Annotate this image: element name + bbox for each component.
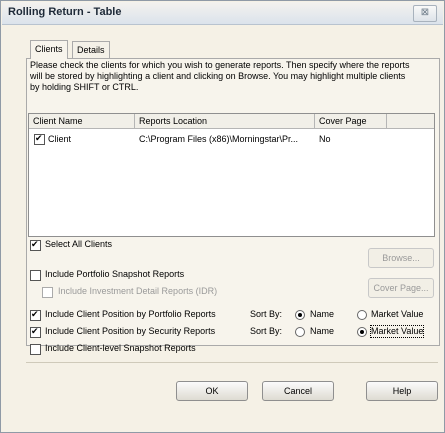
window-title: Rolling Return - Table xyxy=(8,6,122,18)
table-row[interactable]: Client C:\Program Files (x86)\Morningsta… xyxy=(29,132,434,146)
sort-by-label-security: Sort By: xyxy=(250,326,283,336)
sort-security-name-label: Name xyxy=(310,326,335,336)
tab-clients-label: Clients xyxy=(35,44,63,54)
select-all-label: Select All Clients xyxy=(45,239,113,249)
client-list-header: Client Name Reports Location Cover Page xyxy=(29,114,434,129)
tab-details-label: Details xyxy=(77,45,105,55)
position-portfolio-checkbox[interactable] xyxy=(30,309,41,321)
cancel-button[interactable]: Cancel xyxy=(262,381,334,401)
title-bar: Rolling Return - Table ⊠ xyxy=(2,2,443,25)
client-list[interactable]: Client Name Reports Location Cover Page … xyxy=(28,113,435,237)
reports-location-cell: C:\Program Files (x86)\Morningstar\Pr... xyxy=(139,134,299,144)
browse-button[interactable]: Browse... xyxy=(368,248,434,268)
column-reports-location[interactable]: Reports Location xyxy=(135,114,315,128)
tab-details[interactable]: Details xyxy=(72,41,110,58)
client-snapshot-checkbox[interactable] xyxy=(30,344,41,355)
portfolio-snapshot-checkbox[interactable] xyxy=(30,270,41,281)
client-name-cell: Client xyxy=(48,134,72,144)
cover-page-button[interactable]: Cover Page... xyxy=(368,278,434,298)
close-icon[interactable]: ⊠ xyxy=(413,5,437,22)
divider xyxy=(26,362,438,363)
investment-detail-label: Include Investment Detail Reports (IDR) xyxy=(58,286,218,296)
tab-clients[interactable]: Clients xyxy=(30,40,68,59)
ok-button[interactable]: OK xyxy=(176,381,248,401)
sort-security-name-radio[interactable] xyxy=(295,327,305,337)
sort-security-market-value-label: Market Value xyxy=(369,325,425,338)
sort-security-market-value-radio[interactable] xyxy=(357,327,367,337)
column-cover-page[interactable]: Cover Page xyxy=(315,114,387,128)
instructions-text: Please check the clients for which you w… xyxy=(30,60,410,92)
select-all-checkbox[interactable] xyxy=(30,239,41,251)
investment-detail-checkbox[interactable] xyxy=(42,287,53,298)
client-row-checkbox[interactable] xyxy=(34,133,45,145)
sort-portfolio-name-label: Name xyxy=(310,309,335,319)
help-button[interactable]: Help xyxy=(366,381,438,401)
sort-portfolio-name-radio[interactable] xyxy=(295,310,305,320)
sort-by-label-portfolio: Sort By: xyxy=(250,309,283,319)
cover-page-cell: No xyxy=(319,134,331,144)
position-security-checkbox[interactable] xyxy=(30,326,41,338)
sort-portfolio-market-value-label: Market Value xyxy=(371,309,424,319)
portfolio-snapshot-label: Include Portfolio Snapshot Reports xyxy=(45,269,185,279)
position-portfolio-label: Include Client Position by Portfolio Rep… xyxy=(45,309,216,319)
column-client-name[interactable]: Client Name xyxy=(29,114,135,128)
sort-portfolio-market-value-radio[interactable] xyxy=(357,310,367,320)
client-snapshot-label: Include Client-level Snapshot Reports xyxy=(45,343,196,353)
position-security-label: Include Client Position by Security Repo… xyxy=(45,326,216,336)
